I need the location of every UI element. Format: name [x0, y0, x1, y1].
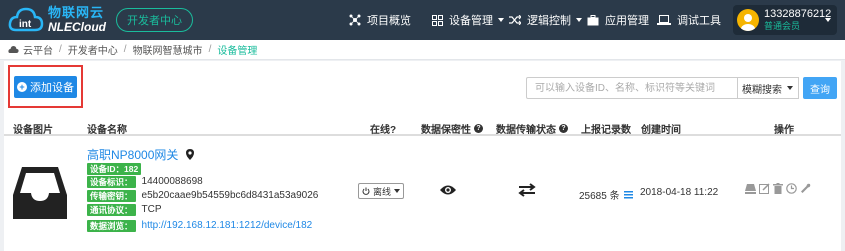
browse-url-link[interactable]: http://192.168.12.181:1212/device/182	[142, 220, 313, 231]
map-marker-icon[interactable]	[186, 149, 195, 160]
col-header-secret: 数据保密性?	[421, 121, 483, 136]
add-device-label: 添加设备	[30, 82, 74, 94]
wrench-icon[interactable]	[800, 183, 811, 194]
shuffle-icon	[509, 15, 521, 25]
highlight-frame: + 添加设备	[8, 65, 83, 108]
identifier-value: 14400088698	[141, 176, 203, 187]
chevron-down-icon	[787, 86, 793, 90]
col-header-ops: 操作	[774, 125, 794, 136]
device-protocol-row: 通讯协议： TCP	[87, 203, 162, 216]
col-header-transfer-label: 数据传输状态	[496, 125, 556, 136]
inbox-tray-icon	[13, 167, 67, 219]
top-navbar: int 物联网云 NLECloud 开发者中心 项目概览 设备管理 逻辑控制 应…	[0, 0, 845, 40]
device-list-panel: + 添加设备 模糊搜索 查询 设备图片 设备名称 在线? 数据保密性? 数据传输…	[4, 61, 841, 251]
laptop-icon	[657, 15, 671, 25]
logo-title-en: NLECloud	[48, 20, 106, 34]
network-icon	[349, 14, 361, 26]
breadcrumb-current: 设备管理	[217, 46, 258, 57]
protocol-tag: 通讯协议：	[87, 203, 136, 216]
cloud-logo-icon: int	[8, 4, 44, 36]
identifier-tag: 设备标识：	[87, 175, 136, 188]
nav-label: 项目概览	[367, 15, 411, 27]
breadcrumb-item[interactable]: 云平台	[23, 42, 53, 57]
sensor-icon[interactable]	[745, 183, 756, 194]
query-button[interactable]: 查询	[803, 77, 837, 99]
col-header-records: 上报记录数	[581, 125, 631, 136]
chevron-down-icon	[576, 18, 582, 22]
user-phone: 13328876212	[764, 8, 832, 20]
nav-logic-control[interactable]: 逻辑控制	[509, 0, 582, 40]
device-id-badge: 设备ID：182	[87, 162, 142, 175]
chevron-down-icon	[825, 18, 831, 22]
developer-center-button[interactable]: 开发者中心	[116, 8, 193, 32]
help-icon[interactable]: ?	[474, 124, 483, 133]
nav-label: 应用管理	[605, 15, 649, 27]
device-name-link[interactable]: 高职NP8000网关	[87, 146, 195, 163]
chevron-down-icon	[394, 189, 400, 193]
created-time: 2018-04-18 11:22	[640, 187, 719, 198]
help-icon[interactable]: ?	[559, 124, 568, 133]
breadcrumb-item[interactable]: 物联网智慧城市	[133, 42, 203, 57]
browse-tag: 数据浏览：	[87, 219, 136, 232]
table-header: 设备图片 设备名称 在线? 数据保密性? 数据传输状态? 上报记录数 创建时间 …	[4, 116, 841, 136]
table-row: 高职NP8000网关 设备ID：182 设备标识： 14400088698 传输…	[4, 138, 841, 251]
nav-app-management[interactable]: 应用管理	[587, 0, 649, 40]
nav-label: 逻辑控制	[527, 15, 571, 27]
user-level: 普通会员	[764, 21, 801, 31]
key-tag: 传输密钥：	[87, 189, 136, 202]
device-id-row: 设备ID：182	[87, 162, 142, 175]
edit-icon[interactable]	[759, 183, 770, 194]
plus-icon: +	[17, 82, 27, 92]
power-icon	[362, 187, 370, 195]
record-count: 25685 条	[579, 187, 633, 202]
breadcrumb-item[interactable]: 开发者中心	[68, 42, 118, 57]
online-status-label: 离线	[372, 186, 391, 197]
device-name: 高职NP8000网关	[87, 148, 179, 162]
grid-icon	[432, 14, 443, 26]
protocol-value: TCP	[141, 204, 162, 215]
nav-label: 设备管理	[449, 15, 493, 27]
add-device-button[interactable]: + 添加设备	[14, 76, 77, 98]
user-menu[interactable]: 13328876212 普通会员	[733, 5, 837, 35]
search-mode-label: 模糊搜索	[742, 84, 782, 96]
nav-device-management[interactable]: 设备管理	[432, 0, 504, 40]
device-identifier-row: 设备标识： 14400088698	[87, 175, 203, 188]
search-mode-select[interactable]: 模糊搜索	[737, 77, 799, 99]
breadcrumb: 云平台 / 开发者中心 / 物联网智慧城市 / 设备管理	[0, 40, 845, 60]
search-input[interactable]	[526, 77, 738, 99]
col-header-online: 在线?	[370, 125, 397, 136]
nav-debug-tools[interactable]: 调试工具	[657, 0, 721, 40]
avatar	[737, 9, 759, 31]
col-header-created: 创建时间	[641, 125, 681, 136]
col-header-name: 设备名称	[87, 125, 127, 136]
eye-icon[interactable]	[440, 184, 456, 199]
list-icon[interactable]	[623, 190, 633, 199]
device-image	[12, 163, 68, 223]
key-value: e5b20caae9b54559bc6d8431a53a9026	[141, 190, 319, 201]
col-header-image: 设备图片	[13, 125, 53, 136]
transfer-arrows-icon	[518, 183, 536, 200]
nav-project-overview[interactable]: 项目概览	[349, 0, 411, 40]
logo[interactable]: int 物联网云 NLECloud	[8, 4, 106, 36]
logo-title-cn: 物联网云	[48, 5, 105, 20]
cloud-upload-icon	[8, 45, 19, 53]
col-header-transfer: 数据传输状态?	[496, 121, 568, 136]
row-actions	[745, 183, 811, 194]
col-header-secret-label: 数据保密性	[421, 125, 471, 136]
svg-text:int: int	[19, 19, 32, 30]
record-count-value: 25685 条	[579, 191, 620, 202]
briefcase-icon	[587, 14, 599, 25]
nav-label: 调试工具	[677, 15, 721, 27]
online-status-select[interactable]: 离线	[358, 183, 404, 199]
clock-icon[interactable]	[786, 183, 797, 194]
trash-icon[interactable]	[773, 183, 783, 194]
device-key-row: 传输密钥： e5b20caae9b54559bc6d8431a53a9026	[87, 189, 318, 202]
chevron-down-icon	[498, 18, 504, 22]
device-browse-row: 数据浏览： http://192.168.12.181:1212/device/…	[87, 219, 312, 232]
